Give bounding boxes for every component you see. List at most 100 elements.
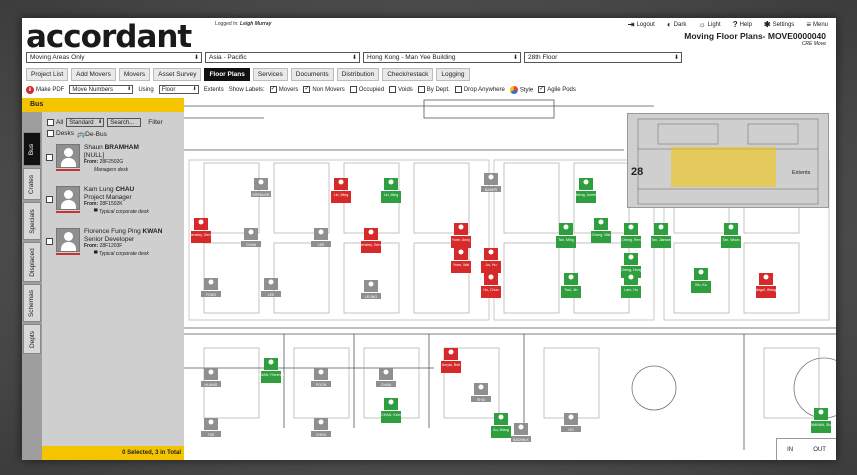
person-icon xyxy=(698,269,704,275)
green-occupant-marker[interactable]: Tsui, Jin xyxy=(561,273,581,298)
green-occupant-marker[interactable]: Tan, Woon xyxy=(721,223,741,248)
red-occupant-marker[interactable]: Ho, Chun xyxy=(481,273,501,298)
gray-occupant-marker[interactable]: CHEN xyxy=(311,418,331,437)
drop-anywhere-checkbox[interactable]: Drop Anywhere xyxy=(454,85,505,93)
side-tab-crates[interactable]: Crates xyxy=(23,168,41,200)
gray-occupant-marker[interactable]: CHAN xyxy=(241,228,261,247)
minimap-viewport[interactable] xyxy=(671,147,776,187)
zoom-in-button[interactable]: IN xyxy=(787,447,793,453)
tab-services[interactable]: Services xyxy=(252,68,288,81)
person-checkbox[interactable] xyxy=(46,238,53,245)
gray-occupant-marker[interactable]: POON xyxy=(311,368,331,387)
movers-checkbox[interactable]: ✓ Movers xyxy=(269,85,298,93)
list-item[interactable]: Florence Fung Ping KWAN Senior Developer… xyxy=(46,228,182,266)
search-input[interactable]: Search... xyxy=(107,118,142,127)
zoom-out-button[interactable]: OUT xyxy=(813,447,826,453)
tab-check-restack[interactable]: Check/restack xyxy=(382,68,434,81)
side-tab-depts[interactable]: Depts xyxy=(23,324,41,354)
region-select[interactable]: Asia - Pacific ⬇ xyxy=(205,52,360,63)
red-occupant-marker[interactable]: Bensley, Gerry xyxy=(189,218,213,243)
all-checkbox[interactable]: All xyxy=(47,118,63,126)
tab-movers[interactable]: Movers xyxy=(118,68,151,81)
move-numbers-select[interactable]: Move Numbers ⬇ xyxy=(69,85,134,94)
green-occupant-marker[interactable]: Wu, Ko xyxy=(691,268,711,293)
gray-occupant-marker[interactable]: LEUNG xyxy=(361,280,381,299)
gray-occupant-marker[interactable]: HUANG xyxy=(201,368,221,387)
occupied-checkbox[interactable]: Occupied xyxy=(349,85,384,93)
gray-occupant-marker[interactable]: LEE xyxy=(311,228,331,247)
extents-link[interactable]: Extents xyxy=(204,87,224,93)
green-occupant-marker[interactable]: Meng, Aoren xyxy=(576,178,596,203)
green-occupant-marker[interactable]: Tan, Ming xyxy=(556,223,576,248)
side-tab-displaced[interactable]: Displaced xyxy=(23,242,41,282)
areas-select[interactable]: Moving Areas Only ⬇ xyxy=(26,52,202,63)
using-floor-select[interactable]: Floor ⬇ xyxy=(158,85,199,94)
minimap-extents-link[interactable]: Extents xyxy=(792,170,810,176)
tab-documents[interactable]: Documents xyxy=(290,68,334,81)
list-item[interactable]: Shaun BRAMHAM [NULL] From: 28F2502G Mana… xyxy=(46,144,182,182)
help-link[interactable]: ? Help xyxy=(733,20,752,29)
gray-occupant-marker[interactable]: LEE xyxy=(261,278,281,297)
green-occupant-marker[interactable]: Cheng, Ren xyxy=(621,223,641,248)
menu-link[interactable]: ≡ Menu xyxy=(806,20,828,29)
de-bus-button[interactable]: 🚌De-Bus xyxy=(77,130,107,138)
light-theme-link[interactable]: ☼ Light xyxy=(698,20,720,29)
side-tab-bus[interactable]: Bus xyxy=(23,132,41,166)
person-name: Shaun BRAMHAM xyxy=(84,144,139,152)
logout-link[interactable]: ⇥ Logout xyxy=(628,20,655,29)
red-occupant-marker[interactable]: Bensley, Gerry xyxy=(359,228,383,253)
agile-pods-checkbox[interactable]: ✓ Agile Pods xyxy=(538,85,576,93)
tab-distribution[interactable]: Distribution xyxy=(336,68,380,81)
filter-button[interactable]: Filter xyxy=(148,119,162,126)
red-occupant-marker[interactable]: Yuen, Wai xyxy=(451,248,471,273)
gray-occupant-marker[interactable]: FONG xyxy=(201,278,221,297)
person-checkbox[interactable] xyxy=(46,196,53,203)
occupant-label: Bensley, Gerry xyxy=(359,243,383,247)
tab-asset-survey[interactable]: Asset Survey xyxy=(153,68,202,81)
gray-occupant-marker[interactable]: CHAN xyxy=(376,368,396,387)
standard-select[interactable]: Standard ⬇ xyxy=(66,118,105,127)
floor-select[interactable]: 28th Floor ⬇ xyxy=(524,52,682,63)
tab-floor-plans[interactable]: Floor Plans xyxy=(204,68,250,81)
make-pdf-button[interactable]: ⬇ Make PDF xyxy=(26,85,64,94)
desks-checkbox[interactable]: Desks xyxy=(47,130,74,138)
tab-add-movers[interactable]: Add Movers xyxy=(71,68,116,81)
red-occupant-marker[interactable]: Yuen, Anny xyxy=(451,223,471,248)
person-checkbox[interactable] xyxy=(46,154,53,161)
red-occupant-marker[interactable]: Au, Hu xyxy=(481,248,501,273)
menu-icon: ≡ xyxy=(806,20,811,29)
green-occupant-marker[interactable]: KWAN, Florence xyxy=(258,358,285,383)
occupant-label: LEUNG xyxy=(365,295,378,299)
gray-occupant-marker[interactable]: TSE xyxy=(201,418,221,437)
menu-label: Menu xyxy=(812,21,828,28)
side-tab-specials[interactable]: Specials xyxy=(23,202,41,240)
green-occupant-marker[interactable]: Chang, Wai xyxy=(591,218,611,243)
gray-occupant-marker[interactable]: BADMILK xyxy=(511,423,531,442)
by-dept-checkbox[interactable]: By Dept. xyxy=(417,85,450,93)
occupant-label: Au, Hu xyxy=(486,263,497,267)
non-movers-checkbox[interactable]: ✓ Non Movers xyxy=(303,85,345,93)
green-occupant-marker[interactable]: CHAU, Kam xyxy=(381,398,401,423)
gray-occupant-marker[interactable]: SHIU xyxy=(471,383,491,402)
gray-occupant-marker[interactable]: BAKER xyxy=(481,173,501,192)
floor-minimap[interactable]: 28 Extents xyxy=(627,113,829,208)
red-occupant-marker[interactable]: Lin, Ming xyxy=(331,178,351,203)
green-occupant-marker[interactable]: Lin, Ming xyxy=(381,178,401,203)
tab-project-list[interactable]: Project List xyxy=(26,68,69,81)
list-item[interactable]: Kam Lung CHAU Project Manager From: 28F1… xyxy=(46,186,182,224)
green-occupant-marker[interactable]: Au, Wang xyxy=(491,413,511,438)
style-button[interactable]: Style xyxy=(509,85,533,94)
gray-occupant-marker[interactable]: ERENLER xyxy=(251,178,271,197)
green-occupant-marker[interactable]: Lam, Ho xyxy=(621,273,641,298)
gray-occupant-marker[interactable]: HO xyxy=(561,413,581,432)
voids-checkbox[interactable]: Voids xyxy=(389,85,413,93)
red-occupant-marker[interactable]: Angel, Wong xyxy=(756,273,777,298)
side-tab-schemas[interactable]: Schemas xyxy=(23,284,41,322)
tab-logging[interactable]: Logging xyxy=(436,68,470,81)
region-select-value: Asia - Pacific xyxy=(209,54,247,61)
settings-link[interactable]: ✱ Settings xyxy=(764,20,794,29)
green-occupant-marker[interactable]: BRAMHAM, Shaun xyxy=(806,408,836,433)
dark-theme-link[interactable]: ◐ Dark xyxy=(667,20,687,29)
building-select[interactable]: Hong Kong - Man Yee Building ⬇ xyxy=(363,52,521,63)
empty-checkbox-icon xyxy=(47,130,54,138)
